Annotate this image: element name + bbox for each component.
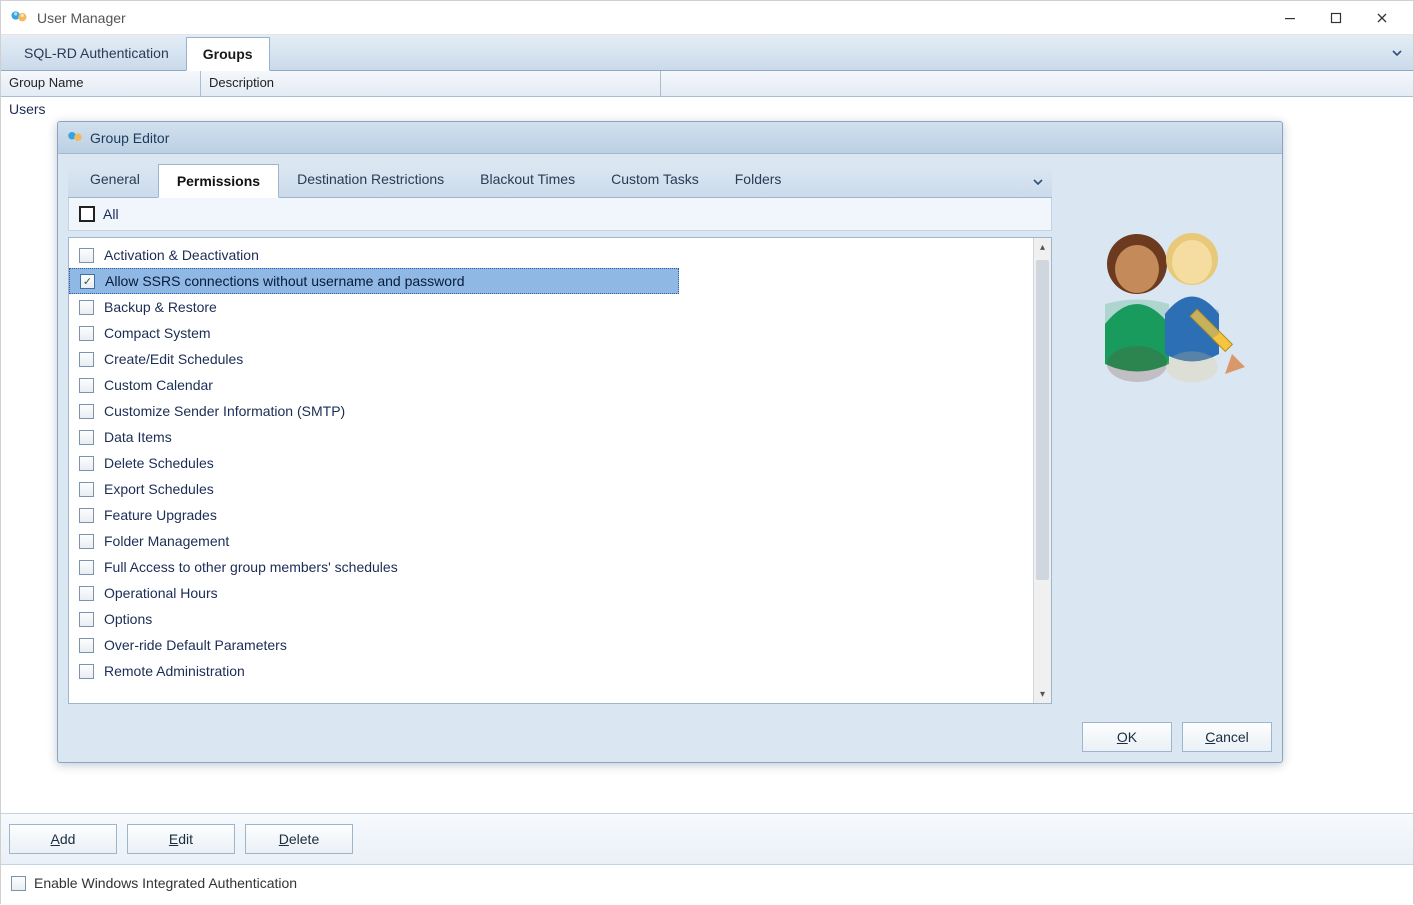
permission-item[interactable]: Customize Sender Information (SMTP) <box>69 398 1033 424</box>
permission-checkbox[interactable] <box>79 326 94 341</box>
permissions-scrollbar[interactable]: ▴ ▾ <box>1033 238 1051 703</box>
permission-checkbox[interactable]: ✓ <box>80 274 95 289</box>
delete-button[interactable]: Delete <box>245 824 353 854</box>
group-editor-icon <box>66 129 84 147</box>
integrated-auth-row: Enable Windows Integrated Authentication <box>1 864 1413 905</box>
permission-checkbox[interactable] <box>79 664 94 679</box>
permission-checkbox[interactable] <box>79 300 94 315</box>
editor-tab-destination-restrictions[interactable]: Destination Restrictions <box>279 163 462 197</box>
permission-label: Allow SSRS connections without username … <box>105 273 465 289</box>
permission-label: Activation & Deactivation <box>104 247 259 263</box>
titlebar: User Manager <box>1 1 1413 35</box>
edit-button[interactable]: Edit <box>127 824 235 854</box>
column-group-name[interactable]: Group Name <box>1 71 201 96</box>
permission-label: Data Items <box>104 429 172 445</box>
minimize-button[interactable] <box>1267 3 1313 33</box>
permission-label: Full Access to other group members' sche… <box>104 559 398 575</box>
permission-checkbox[interactable] <box>79 482 94 497</box>
permission-label: Delete Schedules <box>104 455 214 471</box>
editor-tab-custom-tasks[interactable]: Custom Tasks <box>593 163 717 197</box>
maximize-button[interactable] <box>1313 3 1359 33</box>
permission-checkbox[interactable] <box>79 456 94 471</box>
permission-checkbox[interactable] <box>79 560 94 575</box>
permissions-list: Activation & Deactivation ✓ Allow SSRS con… <box>69 238 1033 703</box>
integrated-auth-label: Enable Windows Integrated Authentication <box>34 875 297 891</box>
permission-label: Over-ride Default Parameters <box>104 637 287 653</box>
editor-tab-blackout-times[interactable]: Blackout Times <box>462 163 593 197</box>
permission-item[interactable]: ✓ Allow SSRS connections without username… <box>69 268 679 294</box>
permission-item[interactable]: Options <box>69 606 1033 632</box>
permission-item[interactable]: Compact System <box>69 320 1033 346</box>
top-tab-sql-rd-authentication[interactable]: SQL-RD Authentication <box>7 36 186 70</box>
permission-label: Remote Administration <box>104 663 245 679</box>
permissions-all-checkbox[interactable] <box>79 206 95 222</box>
permission-label: Operational Hours <box>104 585 218 601</box>
permission-checkbox[interactable] <box>79 586 94 601</box>
scroll-up-icon[interactable]: ▴ <box>1034 238 1051 256</box>
permission-label: Customize Sender Information (SMTP) <box>104 403 345 419</box>
permission-label: Feature Upgrades <box>104 507 217 523</box>
top-tabs: SQL-RD AuthenticationGroups <box>1 35 1413 71</box>
permission-item[interactable]: Backup & Restore <box>69 294 1033 320</box>
permission-item[interactable]: Data Items <box>69 424 1033 450</box>
permission-item[interactable]: Operational Hours <box>69 580 1033 606</box>
permissions-all-label: All <box>103 206 119 222</box>
permission-label: Export Schedules <box>104 481 214 497</box>
group-editor-titlebar: Group Editor <box>58 122 1282 154</box>
add-button[interactable]: Add <box>9 824 117 854</box>
permission-label: Backup & Restore <box>104 299 217 315</box>
grid-column-headers: Group Name Description <box>1 71 1413 97</box>
app-icon <box>9 8 29 28</box>
close-button[interactable] <box>1359 3 1405 33</box>
permission-checkbox[interactable] <box>79 352 94 367</box>
permission-item[interactable]: Delete Schedules <box>69 450 1033 476</box>
permission-checkbox[interactable] <box>79 534 94 549</box>
scroll-thumb[interactable] <box>1036 260 1049 580</box>
scroll-down-icon[interactable]: ▾ <box>1034 685 1051 703</box>
permission-item[interactable]: Folder Management <box>69 528 1033 554</box>
permission-item[interactable]: Activation & Deactivation <box>69 242 1033 268</box>
editor-tab-folders[interactable]: Folders <box>717 163 800 197</box>
permission-item[interactable]: Full Access to other group members' sche… <box>69 554 1033 580</box>
permission-checkbox[interactable] <box>79 404 94 419</box>
permission-item[interactable]: Over-ride Default Parameters <box>69 632 1033 658</box>
editor-tab-permissions[interactable]: Permissions <box>158 164 279 198</box>
column-description[interactable]: Description <box>201 71 661 96</box>
cancel-button[interactable]: Cancel <box>1182 722 1272 752</box>
group-editor-dialog: Group Editor GeneralPermissionsDestinati… <box>57 121 1283 763</box>
permission-checkbox[interactable] <box>79 430 94 445</box>
editor-side-panel <box>1062 164 1272 704</box>
permission-item[interactable]: Custom Calendar <box>69 372 1033 398</box>
editor-tabs: GeneralPermissionsDestination Restrictio… <box>68 164 1052 198</box>
permissions-list-box: Activation & Deactivation ✓ Allow SSRS con… <box>68 237 1052 704</box>
permission-checkbox[interactable] <box>79 612 94 627</box>
top-tabs-overflow-icon[interactable] <box>1391 47 1403 62</box>
permission-label: Compact System <box>104 325 211 341</box>
top-tab-groups[interactable]: Groups <box>186 37 270 71</box>
editor-tabs-overflow-icon[interactable] <box>1032 176 1044 191</box>
editor-tab-general[interactable]: General <box>72 163 158 197</box>
permission-item[interactable]: Create/Edit Schedules <box>69 346 1033 372</box>
editor-button-row: OK Cancel <box>58 714 1282 762</box>
permissions-all-row: All <box>68 198 1052 231</box>
ok-button[interactable]: OK <box>1082 722 1172 752</box>
permission-checkbox[interactable] <box>79 508 94 523</box>
permission-label: Folder Management <box>104 533 229 549</box>
permission-checkbox[interactable] <box>79 248 94 263</box>
permission-checkbox[interactable] <box>79 638 94 653</box>
integrated-auth-checkbox[interactable] <box>11 876 26 891</box>
footer-actions: Add Edit Delete <box>1 813 1413 864</box>
permission-label: Options <box>104 611 152 627</box>
permission-item[interactable]: Remote Administration <box>69 658 1033 684</box>
users-illustration-icon <box>1077 214 1257 467</box>
permission-label: Custom Calendar <box>104 377 213 393</box>
window-title: User Manager <box>37 10 126 26</box>
permission-item[interactable]: Feature Upgrades <box>69 502 1033 528</box>
group-editor-title: Group Editor <box>90 130 169 146</box>
permission-item[interactable]: Export Schedules <box>69 476 1033 502</box>
grid-row-users[interactable]: Users <box>1 97 54 121</box>
permission-label: Create/Edit Schedules <box>104 351 243 367</box>
permission-checkbox[interactable] <box>79 378 94 393</box>
